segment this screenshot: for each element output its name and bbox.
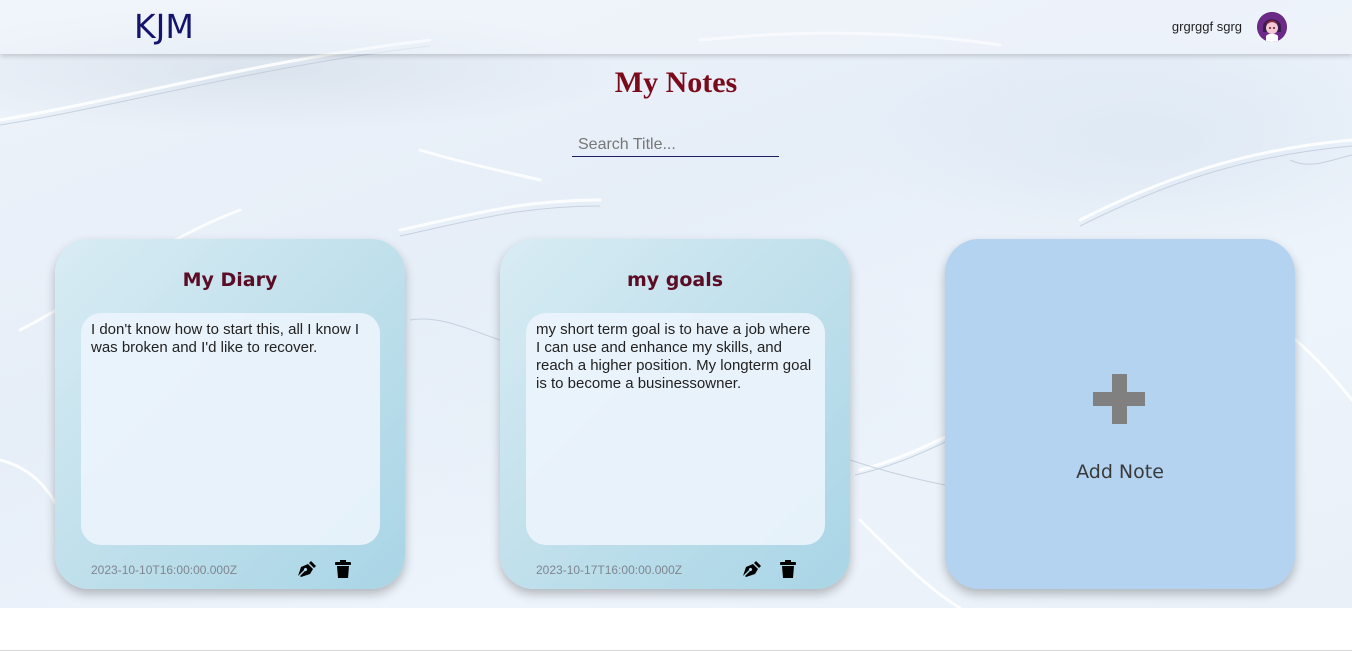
pen-nib-icon: [298, 561, 316, 577]
note-title: my goals: [626, 269, 724, 291]
user-avatar[interactable]: [1257, 12, 1287, 42]
pen-nib-icon: [743, 561, 761, 577]
note-content: I don't know how to start this, all I kn…: [81, 313, 380, 545]
avatar-image: [1257, 12, 1287, 42]
page-divider: [0, 650, 1352, 651]
brand-logo[interactable]: KJM: [134, 7, 194, 46]
edit-note-button[interactable]: [743, 559, 763, 579]
trash-icon: [335, 560, 351, 578]
navbar: KJM grgrggf sgrg: [0, 0, 1352, 54]
note-card: my goals my short term goal is to have a…: [500, 239, 850, 589]
edit-note-button[interactable]: [298, 559, 318, 579]
username-label[interactable]: grgrggf sgrg: [1172, 19, 1242, 34]
delete-note-button[interactable]: [779, 559, 799, 579]
trash-icon: [780, 560, 796, 578]
note-date: 2023-10-10T16:00:00.000Z: [91, 563, 238, 577]
add-note-label: Add Note: [1076, 461, 1164, 483]
add-note-button[interactable]: Add Note: [945, 239, 1295, 589]
note-content: my short term goal is to have a job wher…: [526, 313, 825, 545]
search-input[interactable]: [572, 133, 779, 157]
note-title: My Diary: [182, 269, 278, 291]
page-title: My Notes: [614, 66, 738, 99]
note-card: My Diary I don't know how to start this,…: [55, 239, 405, 589]
note-date: 2023-10-17T16:00:00.000Z: [536, 563, 683, 577]
plus-icon: [1093, 374, 1147, 428]
delete-note-button[interactable]: [334, 559, 354, 579]
